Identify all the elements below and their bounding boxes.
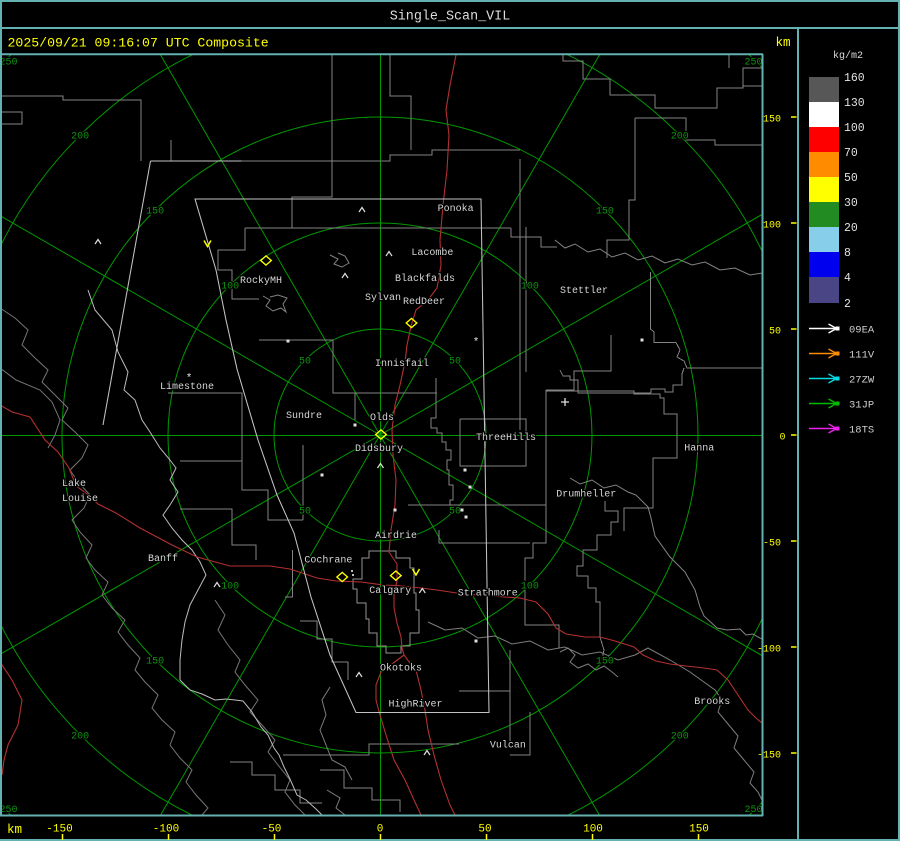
svg-text:50: 50 — [844, 172, 858, 185]
svg-text:0: 0 — [377, 824, 384, 836]
svg-text:50: 50 — [299, 357, 311, 368]
svg-text:250: 250 — [744, 58, 762, 69]
svg-text:150: 150 — [689, 824, 709, 836]
svg-text:100: 100 — [844, 122, 865, 135]
svg-text:Single_Scan_VIL: Single_Scan_VIL — [390, 10, 511, 25]
svg-text:50: 50 — [449, 357, 461, 368]
svg-text:2025/09/21 09:16:07 UTC Compos: 2025/09/21 09:16:07 UTC Composite — [8, 36, 269, 51]
svg-text:Innisfail: Innisfail — [375, 358, 429, 370]
svg-text:27ZW: 27ZW — [849, 374, 875, 386]
svg-text:RedDeer: RedDeer — [403, 296, 445, 308]
svg-text:150: 150 — [146, 656, 164, 667]
svg-text:50: 50 — [478, 824, 491, 836]
svg-text:50: 50 — [299, 506, 311, 517]
svg-text:Lake: Lake — [62, 478, 86, 490]
svg-text:2: 2 — [844, 298, 851, 311]
svg-text:-50: -50 — [262, 824, 282, 836]
svg-text:200: 200 — [671, 132, 689, 143]
svg-text:0: 0 — [779, 433, 785, 444]
svg-text:Stettler: Stettler — [560, 285, 608, 297]
svg-text:-150: -150 — [46, 824, 72, 836]
svg-text:Sundre: Sundre — [286, 410, 322, 422]
svg-text:130: 130 — [844, 97, 865, 110]
svg-text:30: 30 — [844, 197, 858, 210]
svg-text:Drumheller: Drumheller — [556, 489, 616, 501]
svg-text:Brooks: Brooks — [694, 696, 730, 708]
svg-text:Vulcan: Vulcan — [490, 739, 526, 751]
svg-text:RockyMH: RockyMH — [240, 275, 282, 287]
svg-text:km: km — [7, 823, 22, 837]
svg-text:kg/m2: kg/m2 — [833, 50, 863, 62]
svg-text:150: 150 — [596, 207, 614, 218]
svg-text:70: 70 — [844, 147, 858, 160]
svg-text:50: 50 — [449, 506, 461, 517]
svg-text:Ponoka: Ponoka — [438, 203, 474, 215]
svg-text:Sylvan: Sylvan — [365, 292, 401, 304]
svg-text:100: 100 — [221, 282, 239, 293]
svg-text:Strathmore: Strathmore — [458, 588, 518, 600]
svg-text:Banff: Banff — [148, 553, 178, 565]
svg-text:150: 150 — [763, 115, 781, 126]
svg-text:150: 150 — [596, 656, 614, 667]
svg-text:HighRiver: HighRiver — [389, 698, 443, 710]
svg-text:160: 160 — [844, 72, 865, 85]
svg-text:*: * — [473, 337, 480, 349]
svg-text:Louise: Louise — [62, 493, 98, 505]
svg-text:Lacombe: Lacombe — [411, 247, 453, 259]
svg-text:31JP: 31JP — [849, 399, 874, 411]
svg-text:Airdrie: Airdrie — [375, 530, 417, 542]
svg-text:18TS: 18TS — [849, 424, 874, 436]
svg-text:100: 100 — [521, 581, 539, 592]
svg-text:ThreeHills: ThreeHills — [476, 432, 536, 444]
svg-text:Olds: Olds — [370, 412, 394, 424]
svg-text:Didsbury: Didsbury — [355, 443, 403, 455]
svg-text:Okotoks: Okotoks — [380, 663, 422, 675]
svg-text:Blackfalds: Blackfalds — [395, 273, 455, 285]
svg-text:100: 100 — [763, 221, 781, 232]
svg-text:-50: -50 — [763, 539, 781, 550]
svg-text:-100: -100 — [757, 645, 781, 656]
svg-text:250: 250 — [744, 805, 762, 816]
svg-text:200: 200 — [71, 731, 89, 742]
svg-text:4: 4 — [844, 272, 851, 285]
svg-text:100: 100 — [221, 581, 239, 592]
svg-text:150: 150 — [146, 207, 164, 218]
svg-text:-150: -150 — [757, 751, 781, 762]
svg-text:8: 8 — [844, 247, 851, 260]
svg-text:200: 200 — [71, 132, 89, 143]
svg-text:50: 50 — [769, 327, 781, 338]
svg-text:20: 20 — [844, 222, 858, 235]
svg-text:*: * — [186, 373, 193, 385]
svg-text:250: 250 — [0, 58, 18, 69]
svg-text:100: 100 — [521, 282, 539, 293]
svg-text:Cochrane: Cochrane — [304, 555, 352, 567]
svg-text:111V: 111V — [849, 349, 875, 361]
svg-text:Calgary: Calgary — [369, 585, 411, 597]
svg-text:200: 200 — [671, 731, 689, 742]
svg-text:km: km — [776, 36, 791, 50]
svg-text:100: 100 — [583, 824, 603, 836]
svg-text:Hanna: Hanna — [684, 443, 714, 454]
svg-text:250: 250 — [0, 805, 18, 816]
svg-text:09EA: 09EA — [849, 324, 875, 336]
svg-text:-100: -100 — [153, 824, 179, 836]
